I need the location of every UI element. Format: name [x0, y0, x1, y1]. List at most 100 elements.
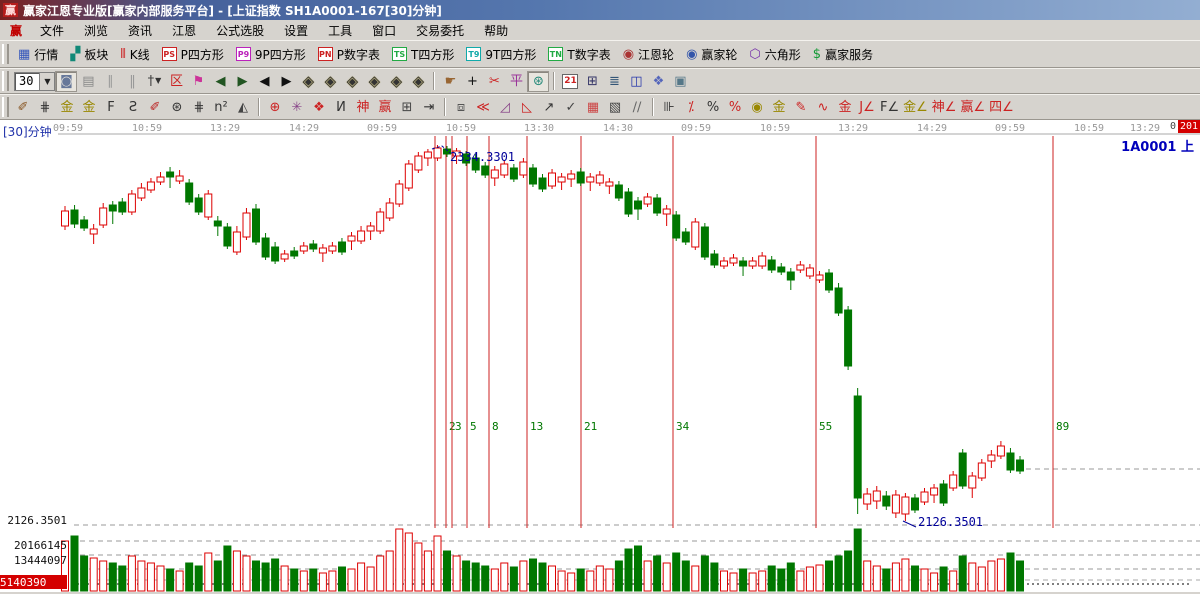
four-angle-icon[interactable]: 四∠ [987, 97, 1016, 118]
shen-angle-icon[interactable]: 神∠ [930, 97, 959, 118]
wave-n-icon[interactable]: И [330, 97, 352, 118]
menu-item-9[interactable]: 帮助 [474, 22, 518, 39]
fit-all-icon[interactable]: ◈ [407, 71, 429, 92]
p-square-button[interactable]: PSP四方形 [156, 42, 230, 66]
menu-item-4[interactable]: 公式选股 [206, 22, 274, 39]
fan-box-1-icon[interactable]: ◿ [494, 97, 516, 118]
candle-style-icon[interactable]: †▼ [143, 71, 165, 92]
notebook-icon[interactable]: ≣ [603, 71, 625, 92]
kline-button[interactable]: ⫴K线 [114, 42, 155, 66]
grid-red-icon[interactable]: ▦ [582, 97, 604, 118]
gold-grid-2-icon[interactable]: 金 [78, 97, 100, 118]
menu-item-3[interactable]: 江恩 [162, 22, 206, 39]
toolbar-grip[interactable] [2, 97, 9, 116]
trend-line-icon[interactable]: ↗ [538, 97, 560, 118]
seal-icon[interactable]: ◙ [55, 71, 77, 92]
star-box-icon[interactable]: ❖ [308, 97, 330, 118]
t-table-button[interactable]: TNT数字表 [542, 42, 616, 66]
calculator-icon[interactable]: ⊞ [581, 71, 603, 92]
expand-icon[interactable]: ◈ [385, 71, 407, 92]
brush-red-icon[interactable]: ✐ [144, 97, 166, 118]
angle-a-icon[interactable]: ◭ [232, 97, 254, 118]
web-data-icon[interactable]: ❖ [647, 71, 669, 92]
gold-red-icon[interactable]: 金 [834, 97, 856, 118]
step-forward-icon[interactable]: ▶ [275, 71, 297, 92]
save-icon[interactable]: ◫ [625, 71, 647, 92]
percent-icon[interactable]: % [702, 97, 724, 118]
hand-icon[interactable]: ☛ [439, 71, 461, 92]
menu-item-6[interactable]: 工具 [318, 22, 362, 39]
gann-circle-icon[interactable]: ⊛ [166, 97, 188, 118]
pct-line-icon[interactable]: ⁒ [680, 97, 702, 118]
gann-fan-icon[interactable]: ≪ [472, 97, 494, 118]
calendar-icon[interactable]: 21 [559, 71, 581, 92]
sectors-button[interactable]: ▞板块 [64, 42, 114, 66]
toolbar-grip[interactable] [2, 44, 9, 65]
chart-area[interactable]: 09:5910:5913:2914:2909:5910:5913:3014:30… [0, 120, 1200, 592]
wave-icon[interactable]: ∿ [812, 97, 834, 118]
grid-arrow-icon[interactable]: ▧ [604, 97, 626, 118]
parallel-icon[interactable]: ∕∕ [626, 97, 648, 118]
win-angle-icon[interactable]: 赢∠ [958, 97, 987, 118]
f-grid-icon[interactable]: F [100, 97, 122, 118]
spiral-icon[interactable]: Ƨ [122, 97, 144, 118]
region-icon[interactable]: 区 [165, 71, 187, 92]
9t-square-button[interactable]: T99T四方形 [460, 42, 542, 66]
gold-grid-1-icon[interactable]: 金 [56, 97, 78, 118]
step-back-icon[interactable]: ◀ [253, 71, 275, 92]
winner-service-button[interactable]: $赢家服务 [807, 42, 879, 66]
p-table-button[interactable]: PNP数字表 [312, 42, 386, 66]
menu-item-0[interactable]: 文件 [30, 22, 74, 39]
toolbar-grip[interactable] [2, 71, 9, 90]
9p-square-button[interactable]: P99P四方形 [230, 42, 312, 66]
percent-red-icon[interactable]: % [724, 97, 746, 118]
shrink-icon[interactable]: ◈ [363, 71, 385, 92]
crosshair-icon[interactable]: + [461, 71, 483, 92]
gold-circle-icon[interactable]: ◉ [746, 97, 768, 118]
jump-last-icon[interactable]: ▶ [231, 71, 253, 92]
gann-wheel-button[interactable]: ◉江恩轮 [617, 42, 680, 66]
zoom-left-icon[interactable]: ◈ [297, 71, 319, 92]
f-angle-icon[interactable]: F∠ [878, 97, 901, 118]
quotes-button[interactable]: ▦行情 [12, 42, 64, 66]
menu-item-8[interactable]: 交易委托 [406, 22, 474, 39]
num-grid-icon[interactable]: ⊞ [396, 97, 418, 118]
zoom-right-icon[interactable]: ◈ [319, 71, 341, 92]
menu-item-2[interactable]: 资讯 [118, 22, 162, 39]
winner-wheel-button[interactable]: ◉赢家轮 [680, 42, 743, 66]
ticks-2-icon[interactable]: ⋕ [188, 97, 210, 118]
hexagon-button[interactable]: ⬡六角形 [743, 42, 806, 66]
measure-icon[interactable]: ✂ [483, 71, 505, 92]
circle-cross-icon[interactable]: ⊕ [264, 97, 286, 118]
price-scale-icon[interactable]: ⊪ [658, 97, 680, 118]
menu-item-1[interactable]: 浏览 [74, 22, 118, 39]
zoom-both-icon[interactable]: ◈ [341, 71, 363, 92]
chart-large-icon[interactable]: ‖ [121, 71, 143, 92]
jump-first-icon[interactable]: ◀ [209, 71, 231, 92]
star-purple-icon[interactable]: ✳ [286, 97, 308, 118]
price-chart-canvas[interactable]: 09:5910:5913:2914:2909:5910:5913:3014:30… [0, 120, 1200, 592]
shen-grid-icon[interactable]: 神 [352, 97, 374, 118]
flag-icon[interactable]: ⚑ [187, 71, 209, 92]
menu-item-5[interactable]: 设置 [274, 22, 318, 39]
extend-icon[interactable]: ⇥ [418, 97, 440, 118]
flatten-icon[interactable]: 平 [505, 71, 527, 92]
t-square-button[interactable]: TST四方形 [386, 42, 460, 66]
chart-small-icon[interactable]: ∥ [99, 71, 121, 92]
j-angle-icon[interactable]: J∠ [856, 97, 878, 118]
pinwheel-icon[interactable]: ⊛ [527, 71, 549, 92]
chevron-down-icon[interactable]: ▼ [39, 73, 54, 90]
gold-angle-icon[interactable]: 金∠ [901, 97, 930, 118]
rect-tool-icon[interactable]: ⧈ [450, 97, 472, 118]
clipboard-icon[interactable]: ▤ [77, 71, 99, 92]
n-square-icon[interactable]: n² [210, 97, 232, 118]
truck-icon[interactable]: ▣ [669, 71, 691, 92]
win-grid-icon[interactable]: 赢 [374, 97, 396, 118]
menu-item-7[interactable]: 窗口 [362, 22, 406, 39]
fan-box-2-icon[interactable]: ◺ [516, 97, 538, 118]
gold-lines-icon[interactable]: 金 [768, 97, 790, 118]
brush-icon[interactable]: ✐ [12, 97, 34, 118]
ink-pen-icon[interactable]: ✎ [790, 97, 812, 118]
grid-ticks-icon[interactable]: ⋕ [34, 97, 56, 118]
period-combobox[interactable]: 30 ▼ [14, 72, 55, 91]
